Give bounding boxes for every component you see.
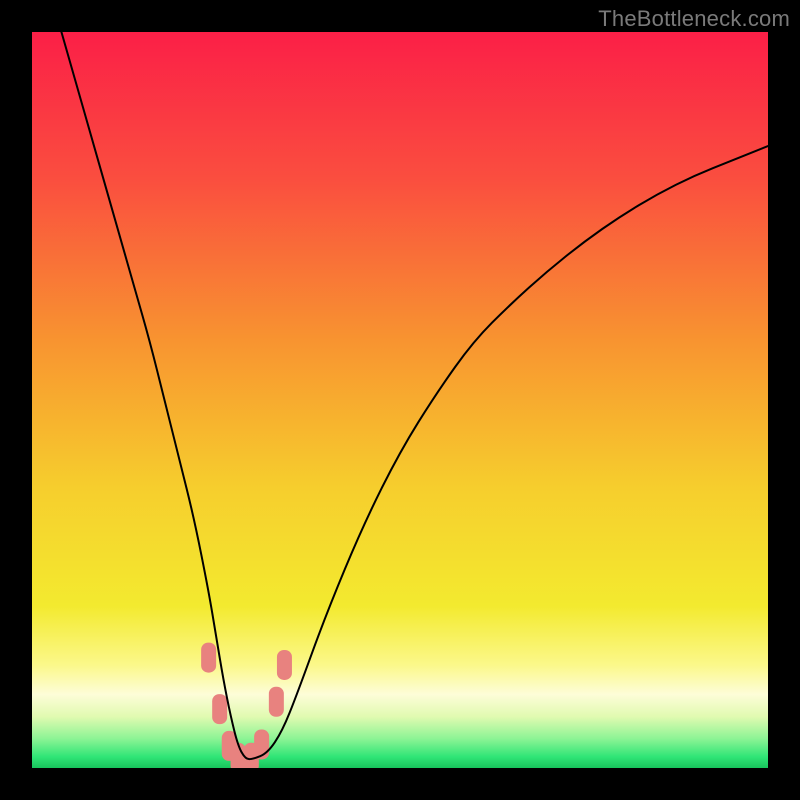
plot-area — [32, 32, 768, 768]
chart-svg — [32, 32, 768, 768]
curve-marker — [201, 643, 216, 673]
chart-frame: TheBottleneck.com — [0, 0, 800, 800]
curve-marker — [212, 694, 227, 724]
curve-marker — [269, 687, 284, 717]
watermark-text: TheBottleneck.com — [598, 6, 790, 32]
gradient-background — [32, 32, 768, 768]
curve-marker — [277, 650, 292, 680]
